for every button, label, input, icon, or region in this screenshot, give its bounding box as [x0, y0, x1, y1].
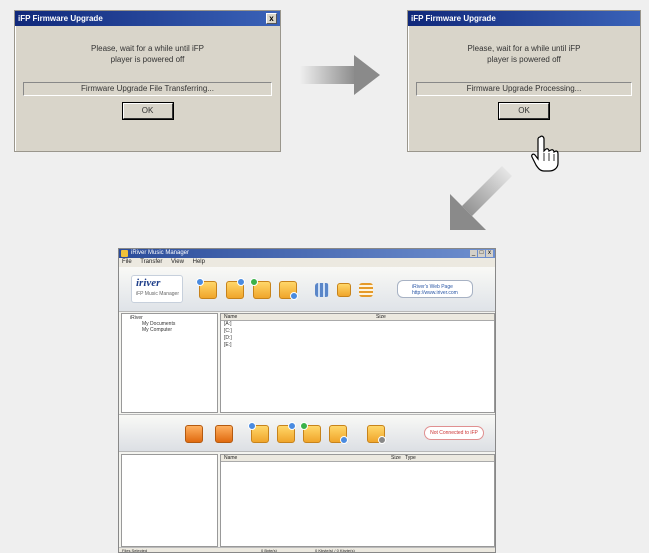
tree-pane[interactable]: iRiver My Documents My Computer	[121, 313, 218, 413]
window-title-bar: iRiver Music Manager _ □ x	[119, 249, 495, 258]
web-link-url: http://www.iriver.com	[412, 290, 458, 296]
logo-subtext: iFP Music Manager	[136, 291, 179, 297]
folder-upload-icon[interactable]	[248, 422, 269, 443]
file-list-pane[interactable]: Name Size [A:] [C:] [D:] [E:]	[220, 313, 495, 413]
web-link-button[interactable]: iRiver's Web Page http://www.iriver.com	[397, 280, 473, 298]
list-item[interactable]: [E:]	[221, 342, 494, 349]
status-bar: Files Selected 0 Byte(s) 0 Kbyte(s) / 0 …	[119, 547, 495, 553]
logo-text: iriver	[136, 277, 161, 289]
transfer-toolbar: Not Connected to iFP	[119, 414, 495, 452]
dialog-message-line2: player is powered off	[487, 55, 561, 64]
menu-view[interactable]: View	[171, 259, 184, 265]
folder-download-icon[interactable]	[226, 278, 245, 299]
dialog-title: iFP Firmware Upgrade	[411, 14, 496, 23]
minimize-icon[interactable]: _	[470, 250, 477, 257]
dialog-message-line2: player is powered off	[110, 55, 185, 64]
folders-icon[interactable]	[337, 283, 351, 297]
dialog-title-bar: iFP Firmware Upgrade x	[15, 11, 280, 26]
folder-delete-icon[interactable]	[367, 425, 386, 444]
firmware-dialog-transferring: iFP Firmware Upgrade x Please, wait for …	[14, 10, 281, 152]
dialog-title: iFP Firmware Upgrade	[18, 14, 103, 23]
dialog-message: Please, wait for a while until iFP playe…	[408, 43, 640, 65]
window-title: iRiver Music Manager	[131, 250, 190, 256]
status-field: Firmware Upgrade Processing...	[416, 82, 632, 96]
dialog-title-bar: iFP Firmware Upgrade	[408, 11, 640, 26]
dialog-message-line1: Please, wait for a while until iFP	[467, 44, 581, 53]
right-arrow-icon	[300, 55, 380, 95]
status-bytes: 0 Byte(s)	[261, 548, 278, 553]
close-icon[interactable]: x	[266, 13, 277, 24]
ok-button[interactable]: OK	[121, 102, 174, 120]
firmware-dialog-processing: iFP Firmware Upgrade Please, wait for a …	[407, 10, 641, 152]
menu-help[interactable]: Help	[193, 259, 205, 265]
menu-transfer[interactable]: Transfer	[140, 259, 162, 265]
device-file-list-pane[interactable]: Name Size Type	[220, 454, 495, 547]
hand-cursor-icon	[531, 135, 559, 172]
column-size[interactable]: Size	[391, 455, 401, 462]
ok-button[interactable]: OK	[498, 102, 550, 120]
connection-status: Not Connected to iFP	[424, 426, 484, 440]
maximize-icon[interactable]: □	[478, 250, 485, 257]
folder-move-icon[interactable]	[279, 281, 298, 300]
dialog-message: Please, wait for a while until iFP playe…	[15, 43, 280, 65]
list-item[interactable]: [C:]	[221, 328, 494, 335]
window-controls: _ □ x	[469, 250, 493, 257]
column-name[interactable]: Name	[224, 455, 237, 462]
folder-copy-icon[interactable]	[300, 422, 321, 443]
dialog-message-line1: Please, wait for a while until iFP	[91, 44, 204, 53]
folder-download-icon[interactable]	[277, 422, 296, 443]
iriver-logo: iriver iFP Music Manager	[131, 275, 183, 303]
column-name[interactable]: Name	[224, 314, 237, 321]
device-tree-pane[interactable]	[121, 454, 218, 547]
list-item[interactable]: [D:]	[221, 335, 494, 342]
folder-move-icon[interactable]	[329, 425, 348, 444]
folder-upload-icon[interactable]	[196, 278, 217, 299]
delete-icon[interactable]	[185, 425, 203, 443]
status-field: Firmware Upgrade File Transferring...	[23, 82, 272, 96]
column-type[interactable]: Type	[405, 455, 416, 462]
app-icon	[121, 250, 128, 257]
close-icon[interactable]: x	[486, 250, 493, 257]
diagonal-arrow-icon	[450, 166, 512, 230]
menu-bar: File Transfer View Help	[119, 258, 495, 267]
device-list-header: Name Size Type	[221, 455, 494, 462]
status-capacity: 0 Kbyte(s) / 0 Kbyte(s)	[315, 548, 355, 553]
list-item[interactable]: [A:]	[221, 321, 494, 328]
status-files: Files Selected	[122, 548, 148, 553]
music-manager-window: iRiver Music Manager _ □ x File Transfer V…	[118, 248, 496, 553]
folder-copy-icon[interactable]	[250, 278, 271, 299]
menu-file[interactable]: File	[122, 259, 132, 265]
column-size[interactable]: Size	[376, 314, 386, 321]
columns-view-icon[interactable]	[315, 283, 329, 297]
tree-item-computer[interactable]: My Computer	[122, 327, 217, 333]
list-view-icon[interactable]	[359, 283, 373, 297]
file-list-header: Name Size	[221, 314, 494, 321]
format-icon[interactable]	[215, 425, 233, 443]
main-toolbar: iriver iFP Music Manager iRiver's Web Pa…	[119, 267, 495, 312]
